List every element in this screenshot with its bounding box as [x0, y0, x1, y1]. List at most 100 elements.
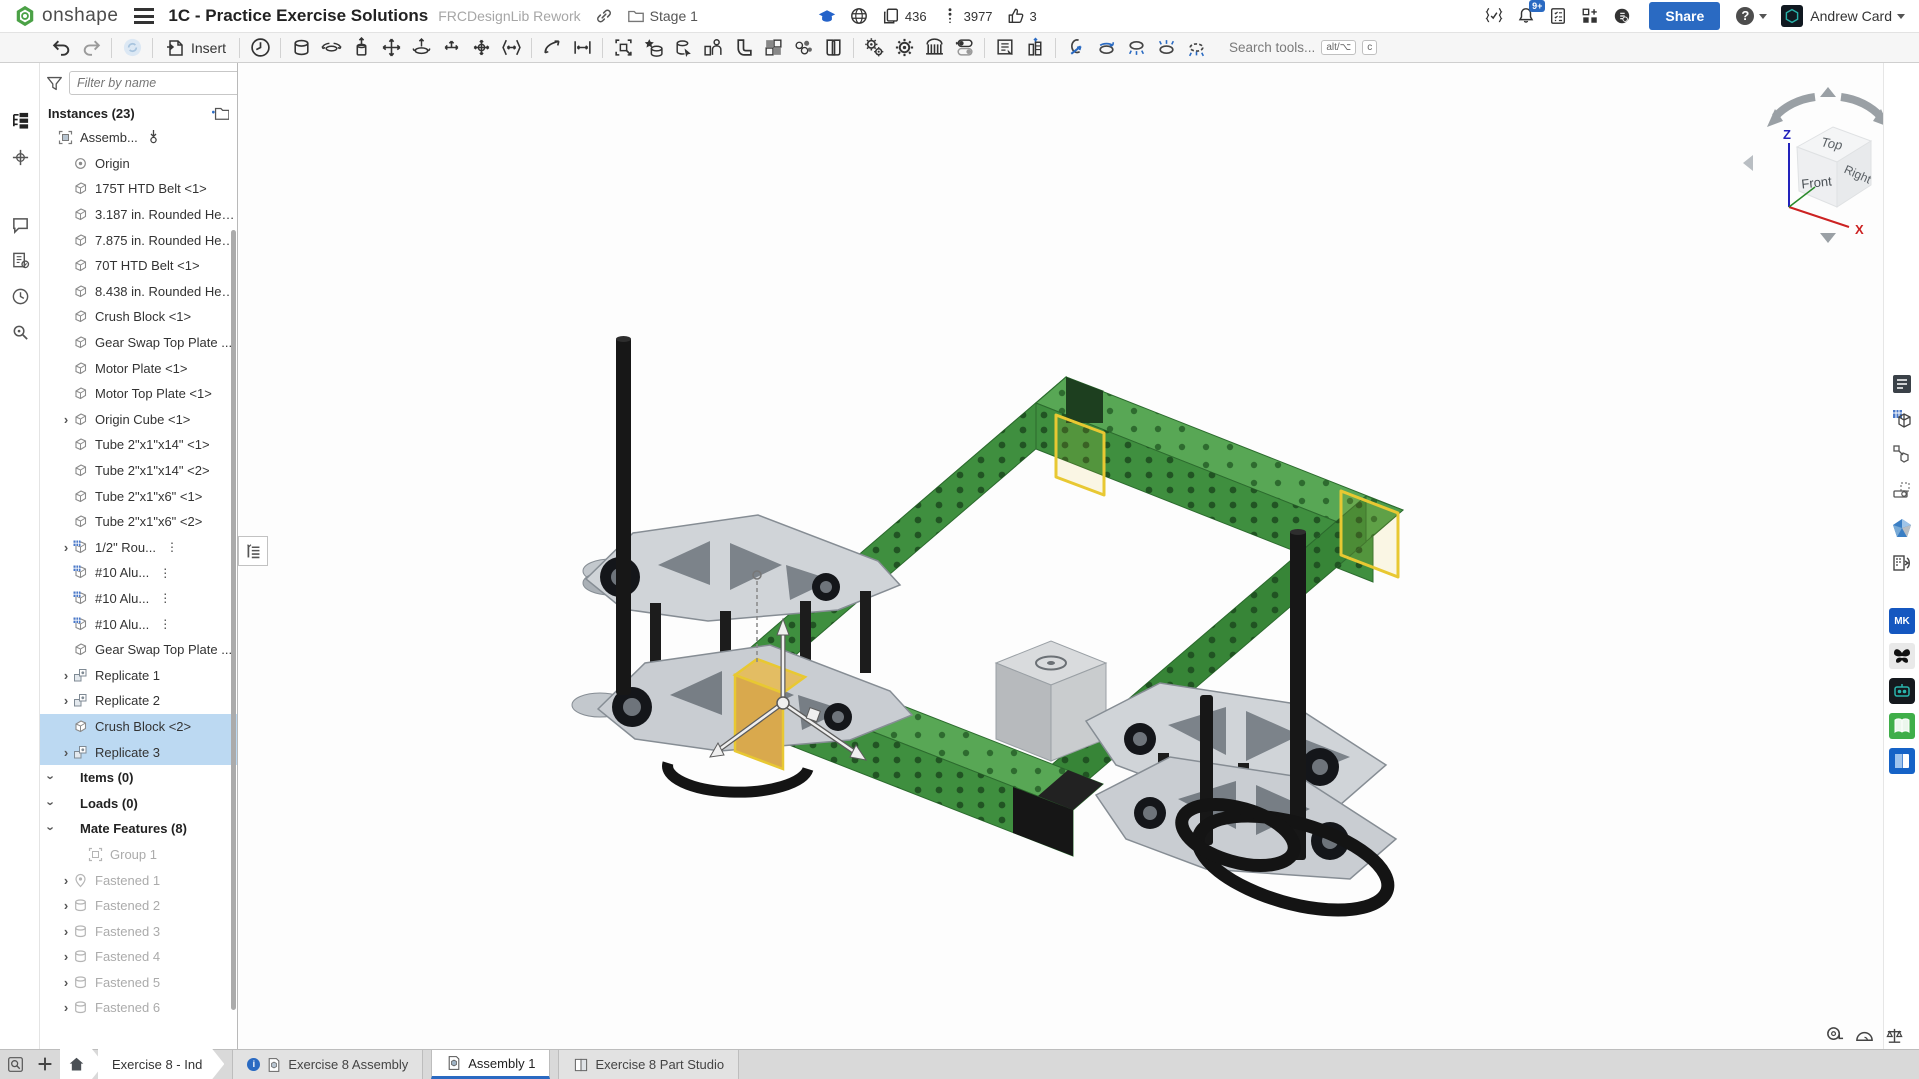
tree-item[interactable]: ›Fastened 4: [40, 944, 237, 970]
expand-arrow-icon[interactable]: ›: [59, 873, 73, 888]
tape-measure-icon[interactable]: [1825, 1026, 1844, 1045]
tree-item[interactable]: ›Mate Features (8): [40, 816, 237, 842]
tree-item[interactable]: Gear Swap Top Plate ...: [40, 330, 237, 356]
rack-pinion-icon[interactable]: [919, 35, 949, 61]
tilt-down-arrow[interactable]: [1820, 233, 1836, 243]
avatar[interactable]: [1781, 5, 1803, 27]
tree-item[interactable]: ›1/2" Rou...⋮: [40, 535, 237, 561]
features-panel-icon[interactable]: [8, 145, 32, 169]
mkcad-app-icon[interactable]: MK: [1889, 608, 1915, 634]
tree-item[interactable]: Tube 2"x1"x14" <2>: [40, 458, 237, 484]
help-button[interactable]: ?: [1736, 7, 1754, 25]
filter-input[interactable]: [69, 71, 238, 95]
pin-slot-mate-icon[interactable]: [436, 35, 466, 61]
expand-arrow-icon[interactable]: ›: [59, 898, 73, 913]
folder-icon[interactable]: [627, 7, 645, 25]
pattern-dots-icon[interactable]: ⋮: [159, 591, 170, 605]
user-caret-icon[interactable]: [1897, 14, 1905, 19]
tree-item[interactable]: ›Fastened 5: [40, 970, 237, 996]
link-icon[interactable]: [595, 7, 613, 25]
pan-left-arrow[interactable]: [1743, 155, 1753, 171]
tree-item[interactable]: ›Fastened 1: [40, 867, 237, 893]
replicate-icon[interactable]: [788, 35, 818, 61]
render-studio-icon[interactable]: [1889, 515, 1915, 541]
release-tasks-icon[interactable]: [1549, 7, 1567, 25]
part-studio-icon[interactable]: [818, 35, 848, 61]
tree-item[interactable]: ›Origin Cube <1>: [40, 407, 237, 433]
tree-item[interactable]: 70T HTD Belt <1>: [40, 253, 237, 279]
fastened-mate-icon[interactable]: [286, 35, 316, 61]
onshape-logo-icon[interactable]: [14, 5, 36, 27]
tree-item[interactable]: Gear Swap Top Plate ...: [40, 637, 237, 663]
pattern-icon[interactable]: [758, 35, 788, 61]
tree-item[interactable]: ›Replicate 3: [40, 739, 237, 765]
tree-item[interactable]: #10 Alu...⋮: [40, 611, 237, 637]
public-globe-icon[interactable]: [850, 7, 868, 25]
right-shaft-post[interactable]: [1290, 530, 1306, 860]
panel-collapse-toggle[interactable]: [238, 536, 268, 566]
tree-item[interactable]: Crush Block <2>: [40, 714, 237, 740]
follow-mode-icon[interactable]: [8, 248, 32, 272]
3d-viewport-canvas[interactable]: [238, 63, 1883, 1049]
group-icon[interactable]: [608, 35, 638, 61]
revision-clock-icon[interactable]: [245, 35, 275, 61]
app-store-icon[interactable]: [1581, 7, 1599, 25]
rotate-left-arrow[interactable]: [1775, 97, 1815, 117]
tree-item[interactable]: #10 Alu...⋮: [40, 560, 237, 586]
expand-arrow-icon[interactable]: ›: [59, 668, 73, 683]
version-graph-icon[interactable]: [941, 7, 959, 25]
add-folder-icon[interactable]: [211, 105, 229, 121]
tree-item[interactable]: ›Loads (0): [40, 790, 237, 816]
exploded-view-icon[interactable]: [1091, 35, 1121, 61]
expand-arrow-icon[interactable]: ›: [44, 771, 59, 785]
tree-item[interactable]: Motor Top Plate <1>: [40, 381, 237, 407]
tree-item[interactable]: Assemb...: [40, 125, 237, 151]
tree-item[interactable]: ›Replicate 2: [40, 688, 237, 714]
docs-blue-app-icon[interactable]: [1889, 748, 1915, 774]
breadcrumb[interactable]: Stage 1: [650, 8, 698, 24]
planar-mate-icon[interactable]: [376, 35, 406, 61]
parallel-mate-icon[interactable]: [496, 35, 526, 61]
search-tools[interactable]: Search tools... alt/⌥ c: [1229, 40, 1377, 55]
display-states-icon[interactable]: [1121, 35, 1151, 61]
insert-button[interactable]: Insert: [158, 35, 234, 61]
tree-item[interactable]: Tube 2"x1"x6" <1>: [40, 483, 237, 509]
tree-item[interactable]: Crush Block <1>: [40, 304, 237, 330]
user-name[interactable]: Andrew Card: [1810, 8, 1892, 24]
slider-mate-icon[interactable]: [346, 35, 376, 61]
help-caret-icon[interactable]: [1759, 14, 1767, 19]
search-tabs-icon[interactable]: [0, 1049, 30, 1079]
tab-exercise-8-ind[interactable]: Exercise 8 - Ind: [98, 1049, 224, 1079]
comments-panel-icon[interactable]: [8, 213, 32, 237]
section-view-icon[interactable]: [1061, 35, 1091, 61]
history-panel-icon[interactable]: [8, 284, 32, 308]
expand-arrow-icon[interactable]: ›: [59, 1000, 73, 1015]
named-views-icon[interactable]: [1151, 35, 1181, 61]
tree-item[interactable]: 7.875 in. Rounded Hex...: [40, 227, 237, 253]
home-tab[interactable]: [60, 1049, 104, 1079]
slot-config-icon[interactable]: [1889, 478, 1915, 504]
left-shaft-post[interactable]: [616, 337, 631, 695]
pattern-dots-icon[interactable]: ⋮: [159, 566, 170, 580]
named-positions-icon[interactable]: [638, 35, 668, 61]
onshape-wordmark[interactable]: onshape: [42, 5, 118, 27]
mass-properties-icon[interactable]: [1885, 1026, 1904, 1045]
tree-item[interactable]: 8.438 in. Rounded Hex...: [40, 279, 237, 305]
expand-arrow-icon[interactable]: ›: [59, 540, 73, 555]
revolute-mate-icon[interactable]: [316, 35, 346, 61]
fixed-pin-icon[interactable]: [148, 129, 159, 147]
tree-item[interactable]: ›Replicate 1: [40, 662, 237, 688]
linked-parts-icon[interactable]: [1889, 441, 1915, 467]
view-cube-front-label[interactable]: Front: [1801, 173, 1833, 191]
tilt-up-arrow[interactable]: [1820, 87, 1836, 97]
bom-table-icon[interactable]: [1020, 35, 1050, 61]
filter-icon[interactable]: [46, 75, 63, 92]
appearance-icon[interactable]: [1181, 35, 1211, 61]
snap-mode-icon[interactable]: [728, 35, 758, 61]
redo-icon[interactable]: [76, 35, 106, 61]
tab-exercise-8-assembly[interactable]: i Exercise 8 Assembly: [232, 1049, 423, 1079]
expand-arrow-icon[interactable]: ›: [59, 693, 73, 708]
learning-center-icon[interactable]: [818, 7, 836, 25]
search-navigate-icon[interactable]: [8, 320, 32, 344]
expand-arrow-icon[interactable]: ›: [44, 822, 59, 836]
